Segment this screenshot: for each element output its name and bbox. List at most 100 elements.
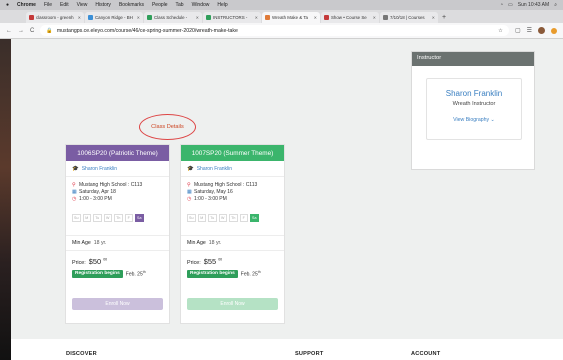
section-location: Mustang High School : C113: [79, 182, 143, 188]
menu-app-name[interactable]: Chrome: [17, 2, 36, 8]
cast-icon[interactable]: ▢: [515, 27, 521, 34]
class-section-card: 1006SP20 (Patriotic Theme) 🎓 Sharon Fran…: [65, 144, 170, 324]
tab-close-icon[interactable]: ✕: [373, 15, 376, 20]
calendar-icon: ▦: [72, 189, 77, 196]
tab-title: INSTRUCTORS -: [213, 15, 248, 20]
location-pin-icon: ⚲: [187, 182, 191, 188]
price-value: $50 00: [89, 257, 107, 266]
enroll-now-button[interactable]: Enroll Now: [72, 298, 163, 310]
menubar-status: ◔ ▭ Sun 10:43 AM ⌕: [500, 2, 563, 8]
menu-window[interactable]: Window: [192, 2, 210, 8]
tab-close-icon[interactable]: ✕: [432, 15, 435, 20]
registration-badge: Registration begins: [187, 269, 238, 278]
menu-view[interactable]: View: [77, 2, 88, 8]
browser-tab[interactable]: Show • Course Se ✕: [321, 12, 379, 23]
menu-people[interactable]: People: [152, 2, 168, 8]
menu-edit[interactable]: Edit: [60, 2, 69, 8]
tab-strip: classroom - greenh ✕ Canyon Ridge - BH ✕ Cla…: [0, 10, 563, 23]
back-icon[interactable]: ←: [6, 28, 12, 34]
section-info: ⚲ Mustang High School : C113 ▦ Saturday, A…: [66, 177, 169, 204]
meeting-days: Su M Tu W Th F Sa: [66, 204, 169, 236]
day-indicator: F: [239, 213, 248, 222]
menu-history[interactable]: History: [95, 2, 111, 8]
day-indicator: M: [82, 213, 91, 222]
price-cents: 00: [218, 257, 223, 262]
instructor-name[interactable]: Sharon Franklin: [427, 89, 521, 98]
section-instructor-link[interactable]: Sharon Franklin: [197, 166, 232, 172]
min-age-value: 18 yr.: [93, 239, 107, 246]
graduation-cap-icon: 🎓: [72, 165, 79, 172]
address-bar[interactable]: 🔒 mustangps.ce.eleyo.com/course/46/ce-sp…: [40, 25, 509, 36]
browser-tab[interactable]: 7/10/18 | Courses ✕: [380, 12, 438, 23]
tab-title: Show • Course Se: [331, 15, 367, 20]
bookmark-star-icon[interactable]: ☆: [498, 28, 503, 34]
registration-date-suffix: th: [142, 269, 146, 274]
day-indicator: W: [218, 213, 227, 222]
tab-close-icon[interactable]: ✕: [137, 15, 140, 20]
menubar-clock[interactable]: Sun 10:43 AM: [518, 2, 549, 8]
menu-bookmarks[interactable]: Bookmarks: [119, 2, 144, 8]
price-row: Price: $50 00: [66, 251, 169, 266]
day-indicator: Tu: [93, 213, 102, 222]
browser-tab[interactable]: Canyon Ridge - BH ✕: [85, 12, 143, 23]
view-biography-link[interactable]: View Biography ⌄: [427, 117, 521, 123]
wifi-icon[interactable]: ◔: [500, 2, 503, 8]
price-label: Price:: [187, 259, 201, 266]
day-indicator: M: [197, 213, 206, 222]
battery-icon[interactable]: ▭: [508, 2, 513, 8]
tab-favicon-icon: [147, 15, 152, 20]
search-icon[interactable]: ⌕: [554, 2, 557, 8]
day-indicator: W: [103, 213, 112, 222]
tab-close-icon[interactable]: ✕: [255, 15, 258, 20]
forward-icon[interactable]: →: [18, 28, 24, 34]
new-tab-button[interactable]: +: [442, 12, 446, 23]
menu-tab[interactable]: Tab: [176, 2, 184, 8]
class-details-label: Class Details: [151, 124, 184, 130]
day-indicator: F: [124, 213, 133, 222]
tab-favicon-icon: [88, 15, 93, 20]
min-age-value: 18 yr.: [208, 239, 222, 246]
instructor-role: Wreath Instructor: [452, 101, 496, 107]
browser-tab[interactable]: Class Schedule - ✕: [144, 12, 202, 23]
min-age-label: Min Age: [187, 239, 206, 246]
extension-orange-icon[interactable]: [551, 27, 557, 34]
price-amount: $55: [203, 256, 217, 266]
clock-icon: ◷: [187, 196, 192, 203]
class-section-card: 1007SP20 (Summer Theme) 🎓 Sharon Frankli…: [180, 144, 285, 324]
menu-help[interactable]: Help: [217, 2, 227, 8]
meeting-days: Su M Tu W Th F Sa: [181, 204, 284, 236]
registration-date-text: Feb. 25: [125, 271, 143, 278]
browser-tab[interactable]: Wreath Make & Ta ✕: [262, 12, 320, 23]
graduation-cap-icon: 🎓: [187, 165, 194, 172]
price-cents: 00: [103, 257, 108, 262]
day-indicator: Th: [114, 213, 123, 222]
price-amount: $50: [88, 256, 102, 266]
reload-icon[interactable]: C: [30, 28, 34, 34]
mac-menubar: ● Chrome File Edit View History Bookmark…: [0, 0, 563, 10]
min-age-row: Min Age 18 yr.: [181, 236, 284, 251]
profile-avatar[interactable]: [538, 27, 545, 34]
registration-badge: Registration begins: [72, 269, 123, 278]
footer-discover: DISCOVER: [66, 351, 97, 357]
day-indicator: Sa: [135, 213, 144, 222]
tab-close-icon[interactable]: ✕: [196, 15, 199, 20]
apple-icon[interactable]: ●: [6, 2, 9, 8]
enroll-now-button[interactable]: Enroll Now: [187, 298, 278, 310]
tab-title: classroom - greenh: [36, 15, 74, 20]
section-title: 1006SP20 (Patriotic Theme): [66, 145, 169, 161]
browser-toolbar: ← → C 🔒 mustangps.ce.eleyo.com/course/46…: [0, 23, 563, 39]
menu-file[interactable]: File: [44, 2, 52, 8]
tab-close-icon[interactable]: ✕: [78, 15, 81, 20]
browser-tab[interactable]: INSTRUCTORS - ✕: [203, 12, 261, 23]
section-instructor-link[interactable]: Sharon Franklin: [82, 166, 117, 172]
browser-tab[interactable]: classroom - greenh ✕: [26, 12, 84, 23]
url-text[interactable]: mustangps.ce.eleyo.com/course/46/ce-spri…: [57, 28, 238, 34]
class-details-annotation: Class Details: [139, 114, 196, 140]
registration-date-text: Feb. 25: [240, 271, 258, 278]
clock-icon: ◷: [72, 196, 77, 203]
section-instructor-row: 🎓 Sharon Franklin: [181, 161, 284, 177]
desktop-background-strip: [0, 39, 11, 360]
section-info: ⚲ Mustang High School : C113 ▦ Saturday, M…: [181, 177, 284, 204]
tab-close-icon[interactable]: ✕: [314, 15, 317, 20]
extension-icon[interactable]: ☰: [527, 27, 532, 34]
